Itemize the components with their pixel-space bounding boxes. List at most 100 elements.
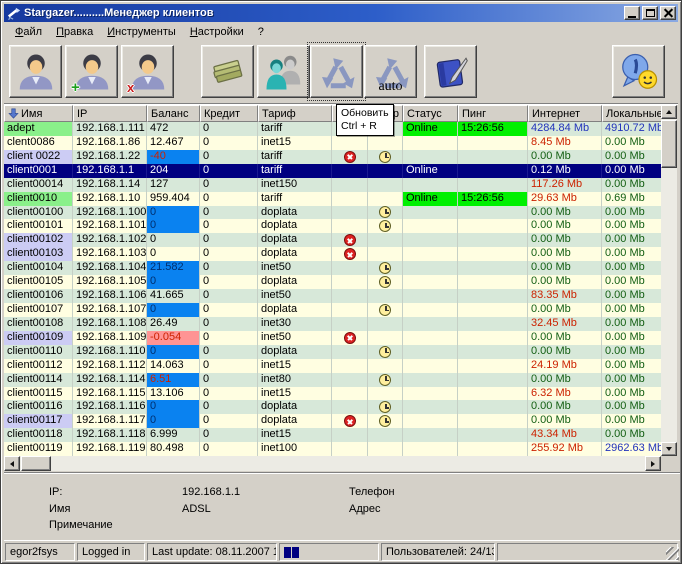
menu-item-edit[interactable]: Правка [49, 24, 100, 40]
table-row[interactable]: client00102 192.168.1.102 0 0 doplata 0.… [4, 233, 661, 247]
cell-name: client00114 [4, 373, 73, 387]
scroll-down-button[interactable] [661, 442, 677, 456]
address-label: Адрес [349, 503, 381, 515]
table-row[interactable]: client00112 192.168.1.112 14.063 0 inet1… [4, 359, 661, 373]
cell-ping [458, 442, 528, 456]
cell-status [403, 428, 458, 442]
delete-client-button[interactable] [121, 45, 174, 98]
cell-tariff: inet15 [258, 387, 332, 401]
menu-item-file[interactable]: Файл [8, 24, 49, 40]
frozen-clock-icon [379, 276, 391, 288]
cell-balance: -0.054 [147, 331, 200, 345]
column-header-credit[interactable]: Кредит [200, 105, 258, 122]
table-row[interactable]: client00118 192.168.1.118 6.999 0 inet15… [4, 428, 661, 442]
resize-grip[interactable] [666, 547, 679, 560]
column-header-status[interactable]: Статус [403, 105, 458, 122]
table-row[interactable]: client00103 192.168.1.103 0 0 doplata 0.… [4, 247, 661, 261]
cell-internet: 0.00 Mb [528, 206, 602, 220]
table-row[interactable]: client00105 192.168.1.105 0 0 doplata 0.… [4, 275, 661, 289]
cell-balance: 80.498 [147, 442, 200, 456]
cell-ip: 192.168.1.86 [73, 136, 147, 150]
cell-ip: 192.168.1.112 [73, 359, 147, 373]
column-header-balance[interactable]: Баланс [147, 105, 200, 122]
ip-value: 192.168.1.1 [182, 486, 240, 498]
frozen-clock-icon [379, 304, 391, 316]
close-button[interactable] [660, 6, 676, 20]
cell-name: client 0022 [4, 150, 73, 164]
cell-ip: 192.168.1.14 [73, 178, 147, 192]
user-groups-button[interactable] [257, 45, 310, 98]
column-header-label: Интернет [532, 108, 580, 120]
table-row[interactable]: client0001 192.168.1.1 204 0 tariff Onli… [4, 164, 661, 178]
table-row[interactable]: client00108 192.168.1.108 26.49 0 inet30… [4, 317, 661, 331]
column-header-name[interactable]: Имя [4, 105, 73, 122]
column-header-ip[interactable]: IP [73, 105, 147, 122]
vertical-scroll-thumb[interactable] [661, 120, 677, 168]
column-header-internet[interactable]: Интернет [528, 105, 602, 122]
cell-status [403, 178, 458, 192]
menu-item-help[interactable]: ? [251, 24, 271, 40]
maximize-button[interactable] [642, 6, 658, 20]
cell-internet: 0.00 Mb [528, 261, 602, 275]
cell-local: 0.00 Mb [602, 428, 661, 442]
auto-refresh-button[interactable]: auto [364, 45, 417, 98]
table-row[interactable]: client00116 192.168.1.116 0 0 doplata 0.… [4, 400, 661, 414]
table-row[interactable]: clent0086 192.168.1.86 12.467 0 inet15 8… [4, 136, 661, 150]
table-row[interactable]: client00101 192.168.1.101 0 0 doplata 0.… [4, 219, 661, 233]
cell-status [403, 345, 458, 359]
column-header-tariff[interactable]: Тариф [258, 105, 332, 122]
cell-ip: 192.168.1.115 [73, 387, 147, 401]
cell-internet: 83.35 Mb [528, 289, 602, 303]
notes-editor-button[interactable] [424, 45, 477, 98]
menu-item-tools[interactable]: Инструменты [100, 24, 183, 40]
table-row[interactable]: client0010 192.168.1.10 959.404 0 tariff… [4, 192, 661, 206]
horizontal-scroll-thumb[interactable] [21, 456, 51, 471]
add-client-button[interactable] [65, 45, 118, 98]
cell-status [403, 150, 458, 164]
horizontal-scrollbar[interactable] [4, 456, 661, 471]
cell-ip: 192.168.1.107 [73, 303, 147, 317]
arrow-up-icon [666, 110, 672, 114]
cell-credit: 0 [200, 303, 258, 317]
minimize-button[interactable] [624, 6, 640, 20]
close-icon [664, 9, 673, 18]
table-row[interactable]: client00117 192.168.1.117 0 0 doplata 0.… [4, 414, 661, 428]
message-smiley-icon [619, 52, 659, 92]
table-row[interactable]: client00107 192.168.1.107 0 0 doplata 0.… [4, 303, 661, 317]
column-header-ping[interactable]: Пинг [458, 105, 528, 122]
cell-frozen [368, 428, 403, 442]
cell-ping [458, 373, 528, 387]
table-row[interactable]: client00014 192.168.1.14 127 0 inet150 1… [4, 178, 661, 192]
table-row[interactable]: client 0022 192.168.1.22 -40 0 tariff 0.… [4, 150, 661, 164]
cell-status [403, 442, 458, 456]
table-row[interactable]: adept 192.168.1.111 472 0 tariff Online … [4, 122, 661, 136]
column-header-label: Пинг [462, 108, 486, 120]
table-row[interactable]: client00106 192.168.1.106 41.665 0 inet5… [4, 289, 661, 303]
cell-disabled [332, 136, 368, 150]
refresh-button[interactable] [310, 45, 363, 98]
table-row[interactable]: client00115 192.168.1.115 13.106 0 inet1… [4, 387, 661, 401]
scroll-right-button[interactable] [645, 456, 661, 471]
disabled-x-icon [344, 234, 356, 246]
arrow-left-icon [10, 461, 14, 467]
cell-credit: 0 [200, 247, 258, 261]
menu-item-settings[interactable]: Настройки [183, 24, 251, 40]
table-row[interactable]: client00109 192.168.1.109 -0.054 0 inet5… [4, 331, 661, 345]
table-row[interactable]: client00110 192.168.1.110 0 0 doplata 0.… [4, 345, 661, 359]
scroll-left-button[interactable] [4, 456, 20, 471]
column-header-local[interactable]: Локальные р [602, 105, 661, 122]
client-info-button[interactable] [9, 45, 62, 98]
cell-tariff: tariff [258, 192, 332, 206]
messages-button[interactable] [612, 45, 665, 98]
table-row[interactable]: client00104 192.168.1.104 21.582 0 inet5… [4, 261, 661, 275]
table-row[interactable]: client00100 192.168.1.100 0 0 doplata 0.… [4, 206, 661, 220]
payments-button[interactable] [201, 45, 254, 98]
cell-name: client00109 [4, 331, 73, 345]
table-row[interactable]: client00114 192.168.1.114 6.51 0 inet80 … [4, 373, 661, 387]
table-row[interactable]: client00119 192.168.1.119 80.498 0 inet1… [4, 442, 661, 456]
vertical-scrollbar[interactable] [661, 105, 677, 456]
cell-internet: 0.00 Mb [528, 233, 602, 247]
column-header-label: Локальные р [606, 108, 661, 120]
title-bar[interactable]: Stargazer..........Менеджер клиентов [4, 4, 678, 22]
scroll-up-button[interactable] [661, 105, 677, 119]
